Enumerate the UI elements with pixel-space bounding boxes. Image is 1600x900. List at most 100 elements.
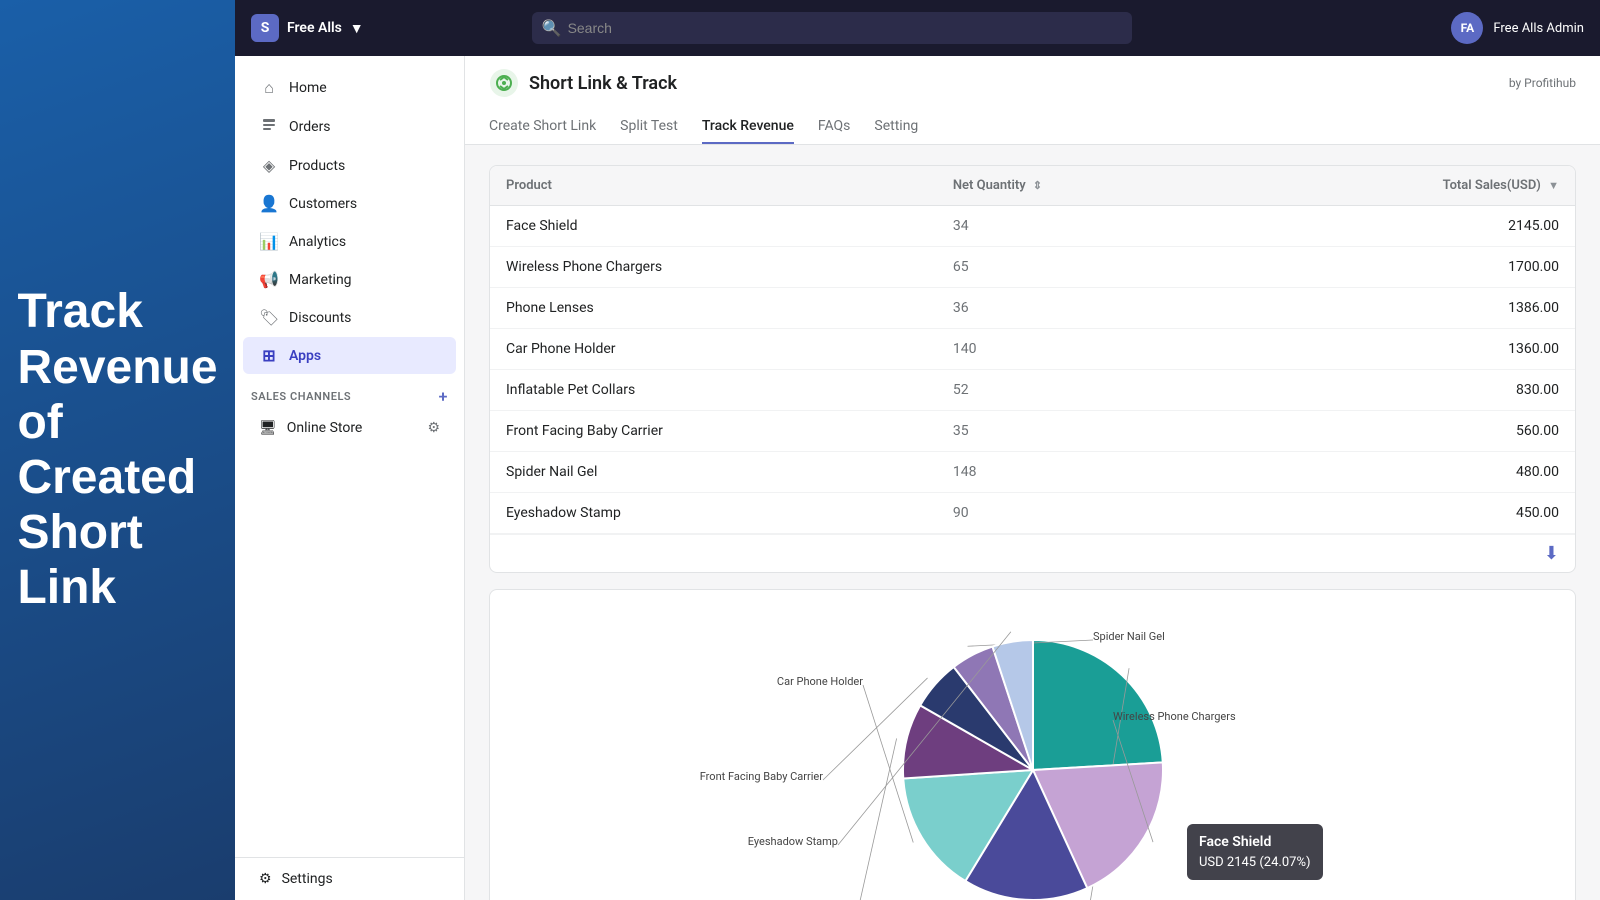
col-header-total-sales[interactable]: Total Sales(USD) ▼ [1224, 166, 1575, 206]
pie-chart-svg: Face ShieldWireless Phone ChargersPhone … [823, 610, 1243, 900]
table-row: Phone Lenses 36 1386.00 [490, 288, 1575, 329]
top-nav: S Free Alls ▼ 🔍 FA Free Alls Admin [235, 0, 1600, 56]
table-row: Inflatable Pet Collars 52 830.00 [490, 370, 1575, 411]
search-input[interactable] [532, 12, 1132, 44]
cell-product: Car Phone Holder [490, 329, 937, 370]
user-name: Free Alls Admin [1493, 21, 1584, 36]
pie-chart-wrapper: Face ShieldWireless Phone ChargersPhone … [823, 610, 1243, 900]
content-area: ⌂ Home Orders ◈ Products 👤 Customers 📊 A… [235, 56, 1600, 900]
cell-sales: 1700.00 [1224, 247, 1575, 288]
sidebar-item-apps[interactable]: ⊞ Apps [243, 337, 456, 374]
cell-sales: 1386.00 [1224, 288, 1575, 329]
tab-faqs[interactable]: FAQs [818, 110, 851, 144]
add-channel-icon[interactable]: + [439, 387, 448, 406]
table-row: Spider Nail Gel 148 480.00 [490, 452, 1575, 493]
tab-create-short-link[interactable]: Create Short Link [489, 110, 596, 144]
pie-label-text: Car Phone Holder [776, 675, 862, 688]
cell-product: Eyeshadow Stamp [490, 493, 937, 534]
main-header: Short Link & Track by Profitihub Create … [465, 56, 1600, 145]
search-icon: 🔍 [542, 19, 562, 38]
sidebar-label-analytics: Analytics [289, 234, 346, 250]
cell-qty: 148 [937, 452, 1224, 493]
tab-setting[interactable]: Setting [874, 110, 918, 144]
sidebar-item-analytics[interactable]: 📊 Analytics [243, 223, 456, 260]
analytics-icon: 📊 [259, 232, 279, 251]
sort-icon-qty: ⇕ [1033, 179, 1042, 192]
marketing-icon: 📢 [259, 270, 279, 289]
download-area: ⬇ [490, 534, 1575, 572]
user-area: FA Free Alls Admin [1451, 12, 1584, 44]
page-content: Product Net Quantity ⇕ Total Sales(USD) … [465, 145, 1600, 900]
cell-sales: 450.00 [1224, 493, 1575, 534]
search-bar: 🔍 [532, 12, 1132, 44]
col-header-net-qty[interactable]: Net Quantity ⇕ [937, 166, 1224, 206]
by-label: by Profitihub [1509, 76, 1576, 90]
sales-channels-label: SALES CHANNELS [251, 390, 351, 403]
settings-nav-item[interactable]: ⚙ Settings [243, 862, 456, 896]
app-logo-icon [489, 68, 519, 98]
sidebar-item-marketing[interactable]: 📢 Marketing [243, 261, 456, 298]
tabs-container: Create Short Link Split Test Track Reven… [489, 110, 1576, 144]
app-container: S Free Alls ▼ 🔍 FA Free Alls Admin ⌂ Hom… [235, 0, 1600, 900]
hero-heading: TrackRevenueofCreatedShortLink [17, 284, 217, 615]
sidebar-label-customers: Customers [289, 196, 357, 212]
pie-label-text: Wireless Phone Chargers [1113, 710, 1236, 723]
main-panel: Short Link & Track by Profitihub Create … [465, 56, 1600, 900]
cell-qty: 34 [937, 206, 1224, 247]
sidebar-item-discounts[interactable]: 🏷 Discounts [243, 299, 456, 336]
sidebar-label-marketing: Marketing [289, 272, 352, 288]
store-logo[interactable]: S Free Alls ▼ [251, 14, 364, 42]
tab-track-revenue[interactable]: Track Revenue [702, 110, 794, 144]
table-row: Eyeshadow Stamp 90 450.00 [490, 493, 1575, 534]
cell-qty: 65 [937, 247, 1224, 288]
apps-icon: ⊞ [259, 346, 279, 365]
home-icon: ⌂ [259, 78, 279, 98]
cell-sales: 1360.00 [1224, 329, 1575, 370]
sidebar-label-home: Home [289, 80, 327, 96]
pie-label-text: Front Facing Baby Carrier [699, 770, 823, 783]
avatar[interactable]: FA [1451, 12, 1483, 44]
table-row: Wireless Phone Chargers 65 1700.00 [490, 247, 1575, 288]
sidebar-label-online-store: Online Store [287, 420, 363, 436]
sidebar-item-products[interactable]: ◈ Products [243, 147, 456, 184]
online-store-icon: 🖥 [259, 420, 277, 436]
hero-text-panel: TrackRevenueofCreatedShortLink [0, 0, 235, 900]
orders-icon [259, 117, 279, 137]
sort-icon-sales: ▼ [1548, 179, 1559, 192]
settings-label: Settings [282, 871, 333, 887]
cell-product: Spider Nail Gel [490, 452, 937, 493]
store-logo-icon: S [251, 14, 279, 42]
cell-product: Inflatable Pet Collars [490, 370, 937, 411]
table-row: Front Facing Baby Carrier 35 560.00 [490, 411, 1575, 452]
cell-sales: 480.00 [1224, 452, 1575, 493]
cell-sales: 2145.00 [1224, 206, 1575, 247]
revenue-table: Product Net Quantity ⇕ Total Sales(USD) … [490, 166, 1575, 534]
cell-qty: 52 [937, 370, 1224, 411]
pie-label-text: Eyeshadow Stamp [747, 835, 837, 848]
cell-sales: 830.00 [1224, 370, 1575, 411]
sidebar-item-home[interactable]: ⌂ Home [243, 69, 456, 107]
table-row: Face Shield 34 2145.00 [490, 206, 1575, 247]
app-title: Short Link & Track [489, 68, 677, 98]
download-icon[interactable]: ⬇ [1544, 543, 1559, 564]
cell-qty: 36 [937, 288, 1224, 329]
cell-qty: 140 [937, 329, 1224, 370]
pie-label-line [858, 738, 897, 900]
cell-sales: 560.00 [1224, 411, 1575, 452]
sidebar-label-apps: Apps [289, 348, 321, 364]
sidebar-item-online-store[interactable]: 🖥 Online Store ⚙ [243, 411, 456, 445]
cell-product: Wireless Phone Chargers [490, 247, 937, 288]
cell-qty: 35 [937, 411, 1224, 452]
sidebar-item-customers[interactable]: 👤 Customers [243, 185, 456, 222]
sidebar-item-orders[interactable]: Orders [243, 108, 456, 146]
cell-qty: 90 [937, 493, 1224, 534]
sidebar-section-sales: SALES CHANNELS + [235, 375, 464, 410]
col-header-product[interactable]: Product [490, 166, 937, 206]
sidebar-label-orders: Orders [289, 119, 331, 135]
table-header-row: Product Net Quantity ⇕ Total Sales(USD) … [490, 166, 1575, 206]
online-store-settings-icon[interactable]: ⚙ [427, 420, 440, 436]
store-name: Free Alls [287, 20, 342, 36]
discounts-icon: 🏷 [259, 308, 279, 327]
store-dropdown-icon[interactable]: ▼ [350, 20, 364, 37]
tab-split-test[interactable]: Split Test [620, 110, 678, 144]
